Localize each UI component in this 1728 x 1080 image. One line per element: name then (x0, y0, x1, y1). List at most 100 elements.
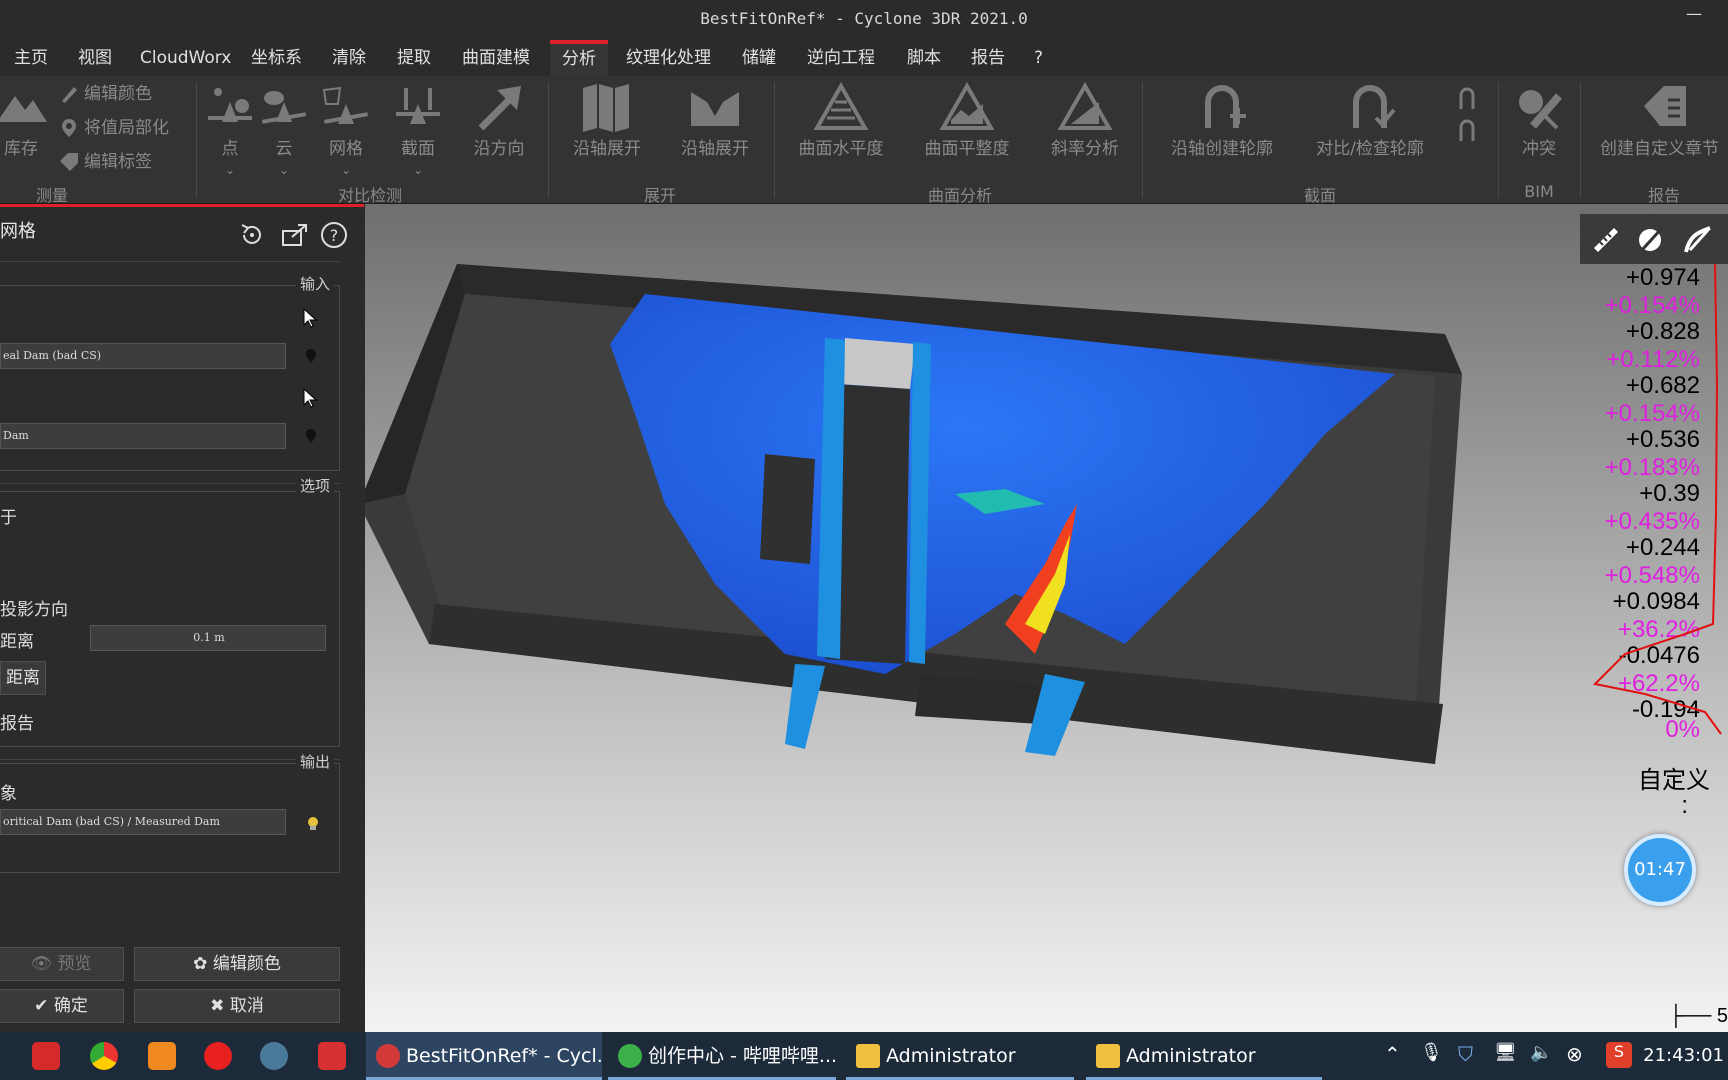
slope-analysis-label: 斜率分析 (1051, 139, 1119, 159)
edit-color-button[interactable]: ✿ 编辑颜色 (134, 947, 340, 981)
group-report-label: 报告 (1647, 186, 1680, 205)
edit-measure-icon[interactable] (1636, 224, 1668, 256)
distance-button[interactable]: 距离 (0, 661, 46, 695)
ribbon-divider (774, 82, 775, 198)
legend-custom-label[interactable]: 自定义 (1638, 760, 1710, 795)
clash-button[interactable]: 冲突 (1504, 80, 1574, 190)
unfold-icon (691, 92, 739, 126)
compare-profile-button[interactable]: 对比/检查轮廓 (1300, 80, 1440, 190)
ribbon-divider (548, 82, 549, 198)
compare-mesh-button[interactable]: 网格 ⌄ (310, 80, 382, 190)
title-bar: BestFitOnRef* - Cyclone 3DR 2021.0 — (0, 0, 1728, 40)
compare-mesh-panel: 网格 ? 输入 eal Dam (bad CS) Dam 选项 于 投影方向 距… (0, 204, 364, 1032)
profile-small-button-2[interactable] (1456, 114, 1482, 146)
task-bilibili[interactable]: 创作中心 - 哔哩哔哩... (608, 1032, 836, 1080)
shield-icon[interactable]: ⛉ (1458, 1042, 1484, 1068)
menu-reverse-engineering[interactable]: 逆向工程 (807, 40, 875, 76)
export-icon[interactable] (280, 221, 308, 249)
menu-extract[interactable]: 提取 (397, 40, 431, 76)
create-custom-chapter-button[interactable]: 创建自定义章节 (1596, 80, 1728, 190)
surface-flatness-button[interactable]: 曲面平整度 (912, 80, 1022, 190)
minimize-button[interactable]: — (1674, 4, 1714, 26)
lightbulb-icon[interactable] (305, 815, 321, 831)
menu-tanks[interactable]: 储罐 (742, 40, 776, 76)
edit-label-button[interactable]: 编辑标签 (58, 146, 152, 178)
measured-object-field[interactable]: Dam (0, 423, 286, 449)
check-icon: ✔ (34, 996, 54, 1016)
menu-coordinate-system[interactable]: 坐标系 (251, 40, 302, 76)
chevron-up-icon[interactable]: ⌃ (1384, 1042, 1410, 1068)
distance-label: 距离 (0, 632, 34, 652)
menu-report[interactable]: 报告 (971, 40, 1005, 76)
levelness-icon (813, 82, 869, 130)
ok-button[interactable]: ✔ 确定 (0, 989, 124, 1023)
cursor-pick-icon[interactable] (302, 307, 320, 329)
microphone-icon[interactable]: 🎙 (1420, 1042, 1446, 1068)
chevron-down-icon: ⌄ (412, 163, 424, 177)
preview-button[interactable]: 👁 预览 (0, 947, 124, 981)
recording-timer[interactable]: 01:47 (1624, 834, 1696, 906)
options-section-label: 选项 (295, 475, 334, 496)
pin-icon[interactable] (305, 429, 317, 443)
3d-viewport[interactable]: +0.974 +0.154% +0.828 +0.112% +0.682 +0.… (365, 204, 1728, 1032)
menu-surface-modeling[interactable]: 曲面建模 (462, 40, 530, 76)
unfold-axis-button-2[interactable]: 沿轴展开 (660, 80, 770, 190)
cursor-pick-icon[interactable] (302, 387, 320, 409)
menu-analysis[interactable]: 分析 (550, 40, 608, 76)
mountain-icon (0, 96, 47, 122)
distance-input[interactable]: 0.1 m (90, 625, 326, 651)
app-icon-1[interactable] (32, 1042, 60, 1070)
reset-icon[interactable] (238, 221, 266, 249)
preview-label: 预览 (57, 954, 92, 974)
output-object-field[interactable]: oritical Dam (bad CS) / Measured Dam (0, 809, 286, 835)
panel-divider (0, 483, 340, 484)
localize-values-button[interactable]: 将值局部化 (58, 112, 169, 144)
menu-view[interactable]: 视图 (78, 40, 112, 76)
slope-analysis-button[interactable]: 斜率分析 (1030, 80, 1140, 190)
cancel-button[interactable]: ✖ 取消 (134, 989, 340, 1023)
menu-texturing[interactable]: 纹理化处理 (626, 40, 711, 76)
volume-icon[interactable]: 🔈 (1530, 1042, 1556, 1068)
report-option[interactable]: 报告 (0, 709, 34, 734)
unfold-axis-label-1: 沿轴展开 (573, 139, 641, 159)
help-icon[interactable]: ? (320, 221, 348, 249)
unfold-axis-button-1[interactable]: 沿轴展开 (552, 80, 662, 190)
profile-small-button-1[interactable] (1456, 82, 1482, 114)
menu-cloudworx[interactable]: CloudWorx (140, 40, 231, 76)
task-explorer-1[interactable]: Administrator (846, 1032, 1074, 1080)
task-cyclone-label: BestFitOnRef* - Cycl... (406, 1045, 602, 1067)
flatness-icon (939, 82, 995, 130)
edit-color-small-button[interactable]: 编辑颜色 (58, 78, 152, 110)
menu-help[interactable]: ? (1034, 40, 1043, 76)
pin-icon[interactable] (305, 349, 317, 363)
chrome-icon[interactable] (90, 1042, 118, 1070)
surface-flatness-label: 曲面平整度 (924, 139, 1010, 159)
system-clock[interactable]: 21:43:01 (1643, 1032, 1724, 1080)
cyclone-icon[interactable] (260, 1042, 288, 1070)
menu-script[interactable]: 脚本 (907, 40, 941, 76)
opera-icon[interactable] (204, 1042, 232, 1070)
menu-home[interactable]: 主页 (14, 40, 48, 76)
output-object-label: 象 (0, 784, 17, 804)
input-section-label: 输入 (295, 273, 334, 294)
reference-object-field[interactable]: eal Dam (bad CS) (0, 343, 286, 369)
edit-color-button-label: 编辑颜色 (212, 954, 281, 974)
task-cyclone[interactable]: BestFitOnRef* - Cycl... (366, 1032, 602, 1080)
projection-direction-option[interactable]: 投影方向 (0, 595, 68, 620)
create-profile-button[interactable]: 沿轴创建轮廓 (1160, 80, 1284, 190)
along-direction-button[interactable]: 沿方向 (444, 80, 554, 190)
group-bim-label: BIM (1524, 182, 1554, 201)
arrow-up-right-icon (478, 86, 521, 131)
menu-clean[interactable]: 清除 (332, 40, 366, 76)
search-tool-icon[interactable] (148, 1042, 176, 1070)
wps-icon[interactable] (318, 1042, 346, 1070)
network-icon[interactable]: 🖥 (1494, 1042, 1520, 1068)
output-section-label: 输出 (295, 751, 334, 772)
close-circle-icon[interactable]: ⊗ (1566, 1042, 1592, 1068)
taskbar: BestFitOnRef* - Cycl... 创作中心 - 哔哩哔哩... A… (0, 1032, 1728, 1080)
surface-levelness-button[interactable]: 曲面水平度 (786, 80, 896, 190)
ruler-icon[interactable] (1590, 224, 1622, 256)
task-explorer-2[interactable]: Administrator (1086, 1032, 1322, 1080)
edit-curve-icon[interactable] (1682, 224, 1714, 256)
input-method-icon[interactable]: S (1606, 1042, 1632, 1068)
